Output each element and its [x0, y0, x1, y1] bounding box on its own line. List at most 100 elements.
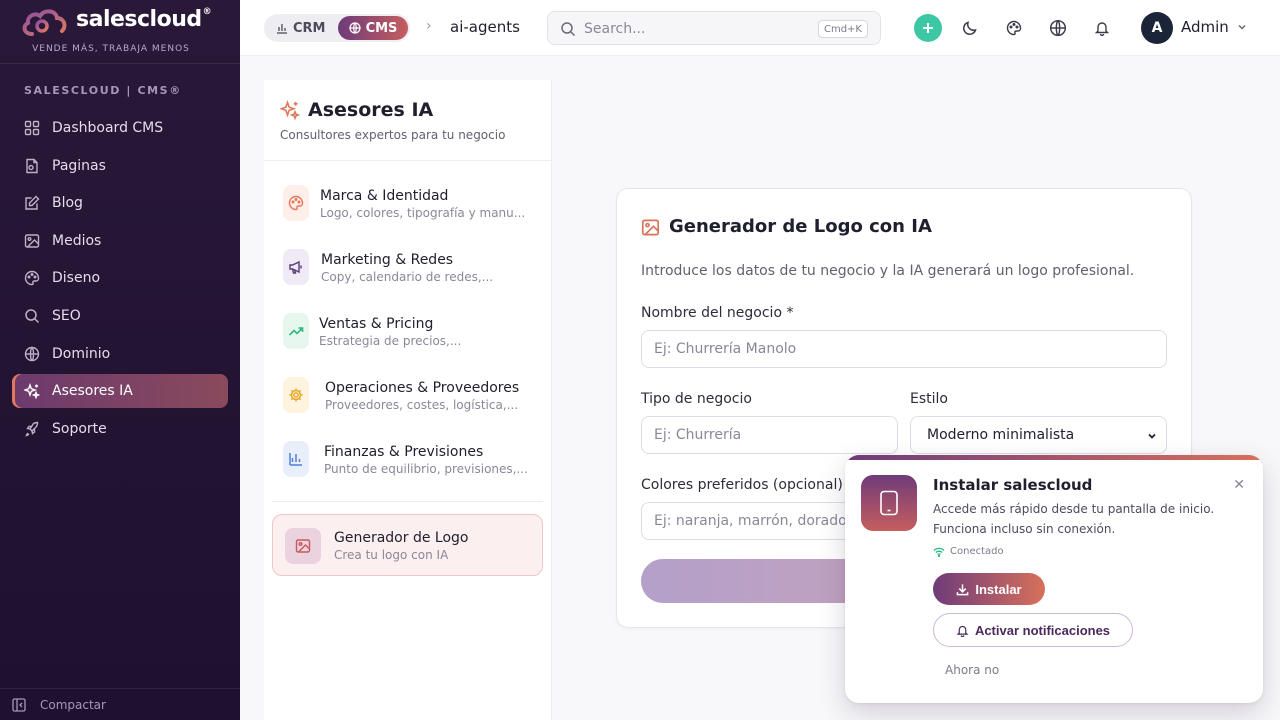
- palette-icon: [288, 195, 304, 211]
- connection-status: Conectado: [933, 546, 1004, 557]
- enable-notifications-button[interactable]: Activar notificaciones: [933, 613, 1133, 647]
- install-app-icon: [861, 475, 917, 531]
- language-button[interactable]: [1044, 14, 1072, 42]
- advisor-desc: Proveedores, costes, logística,...: [325, 398, 519, 412]
- sidebar-item-label: Diseno: [52, 270, 101, 287]
- style-label: Estilo: [910, 391, 948, 407]
- card-title: Generador de Logo con IA: [669, 216, 932, 237]
- close-icon[interactable]: ✕: [1233, 477, 1245, 493]
- advisor-item-logo-generator[interactable]: Generador de Logo Crea tu logo con IA: [272, 514, 543, 576]
- sidebar-item-soporte[interactable]: Soporte: [12, 412, 228, 446]
- cms-label: CMS: [365, 20, 398, 36]
- sidebar-item-label: Asesores IA: [52, 383, 133, 400]
- colors-label: Colores preferidos (opcional): [641, 477, 843, 493]
- install-title: Instalar salescloud: [933, 476, 1093, 494]
- search-shortcut: Cmd+K: [817, 20, 868, 38]
- sidebar-item-label: Blog: [52, 195, 83, 212]
- advisor-badge: [283, 313, 309, 349]
- install-button[interactable]: Instalar: [933, 573, 1045, 605]
- palette-icon: [1006, 20, 1022, 36]
- sidebar-item-dashboard-cms[interactable]: Dashboard CMS: [12, 111, 228, 145]
- business-type-label: Tipo de negocio: [641, 391, 752, 407]
- advisor-label: Marketing & Redes: [321, 252, 454, 268]
- bell-icon: [1094, 22, 1110, 36]
- palette-button[interactable]: [1000, 14, 1028, 42]
- advisor-item-ventas[interactable]: Ventas & Pricing Estrategia de precios,.…: [272, 294, 542, 356]
- compact-label: Compactar: [40, 697, 106, 712]
- breadcrumb-separator: ›: [426, 18, 432, 34]
- image-icon: [24, 233, 40, 249]
- notifications-button-label: Activar notificaciones: [974, 622, 1111, 638]
- rocket-icon: [24, 421, 40, 437]
- brand[interactable]: salescloud® VENDE MÁS, TRABAJA MENOS: [0, 0, 240, 64]
- globe-icon: [348, 22, 361, 34]
- advisor-badge: [283, 185, 309, 221]
- sidebar-item-blog[interactable]: Blog: [12, 186, 228, 220]
- style-select-value: Moderno minimalista: [927, 427, 1075, 443]
- advisor-label: Ventas & Pricing: [319, 316, 434, 332]
- advisor-badge: [283, 441, 309, 477]
- advisor-label: Marca & Identidad: [320, 188, 449, 204]
- sidebar-item-label: SEO: [52, 307, 81, 324]
- chevron-down-icon[interactable]: [1236, 21, 1248, 33]
- advisor-item-finanzas[interactable]: Finanzas & Previsiones Punto de equilibr…: [272, 422, 542, 484]
- edit-icon: [24, 195, 40, 211]
- add-button[interactable]: [914, 14, 942, 42]
- sidebar-item-medios[interactable]: Medios: [12, 224, 228, 258]
- advisors-header: Asesores IA Consultores expertos para tu…: [264, 80, 551, 161]
- style-select[interactable]: Moderno minimalista: [910, 416, 1167, 454]
- breadcrumb: ai-agents: [450, 18, 520, 36]
- sidebar-item-dominio[interactable]: Dominio: [12, 337, 228, 371]
- chevron-down-icon: [1148, 433, 1156, 439]
- sidebar-item-paginas[interactable]: Paginas: [12, 149, 228, 183]
- user-name[interactable]: Admin: [1181, 18, 1229, 36]
- sidebar-item-label: Dominio: [52, 345, 111, 362]
- wifi-icon: [933, 547, 945, 557]
- globe-icon: [1049, 19, 1067, 37]
- advisor-label: Generador de Logo: [334, 530, 469, 546]
- crm-toggle[interactable]: CRM: [276, 14, 326, 42]
- sidebar-item-asesores-ia[interactable]: Asesores IA: [12, 374, 228, 409]
- advisor-badge: [285, 528, 321, 564]
- advisor-item-operaciones[interactable]: Operaciones & Proveedores Proveedores, c…: [272, 358, 542, 420]
- sidebar-item-seo[interactable]: SEO: [12, 299, 228, 333]
- advisors-divider: [272, 501, 543, 502]
- business-name-input[interactable]: [641, 330, 1167, 368]
- search-input[interactable]: [584, 18, 814, 40]
- advisor-badge: [283, 249, 309, 285]
- file-icon: [24, 158, 40, 174]
- sidebar-item-label: Medios: [52, 232, 102, 249]
- bar-chart-icon: [289, 453, 302, 466]
- sidebar-nav: Dashboard CMS Paginas Blog Medios Diseno…: [12, 111, 228, 449]
- cms-toggle[interactable]: CMS: [338, 16, 408, 40]
- dismiss-link[interactable]: Ahora no: [945, 663, 999, 677]
- theme-toggle-button[interactable]: [956, 14, 984, 42]
- collapse-icon: [12, 697, 26, 712]
- advisor-desc: Punto de equilibrio, previsiones,...: [324, 462, 528, 476]
- compact-button[interactable]: Compactar: [0, 688, 240, 720]
- business-name-label: Nombre del negocio *: [641, 305, 794, 321]
- megaphone-icon: [289, 260, 302, 274]
- install-prompt: Instalar salescloud ✕ Accede más rápido …: [845, 455, 1263, 703]
- install-button-label: Instalar: [975, 581, 1022, 597]
- cloud-logo-icon: [22, 9, 67, 36]
- sidebar: salescloud® VENDE MÁS, TRABAJA MENOS SAL…: [0, 0, 240, 720]
- advisor-desc: Logo, colores, tipografía y manu...: [320, 206, 526, 220]
- notifications-button[interactable]: [1088, 14, 1116, 42]
- avatar[interactable]: A: [1141, 12, 1173, 44]
- brand-tagline: VENDE MÁS, TRABAJA MENOS: [32, 44, 190, 54]
- sidebar-item-label: Paginas: [52, 157, 106, 174]
- sidebar-section-label: SALESCLOUD | CMS®: [24, 84, 182, 97]
- download-icon: [957, 583, 969, 595]
- advisor-item-marca[interactable]: Marca & Identidad Logo, colores, tipogra…: [272, 166, 542, 228]
- advisors-subtitle: Consultores expertos para tu negocio: [280, 128, 506, 142]
- advisor-label: Finanzas & Previsiones: [324, 444, 484, 460]
- advisor-item-marketing[interactable]: Marketing & Redes Copy, calendario de re…: [272, 230, 542, 292]
- crm-label: CRM: [293, 20, 326, 36]
- sidebar-item-diseno[interactable]: Diseno: [12, 261, 228, 295]
- globe-icon: [24, 346, 40, 362]
- business-type-input[interactable]: [641, 416, 898, 454]
- connection-status-label: Conectado: [950, 546, 1004, 557]
- bell-icon: [956, 625, 969, 637]
- advisors-title: Asesores IA: [308, 99, 434, 121]
